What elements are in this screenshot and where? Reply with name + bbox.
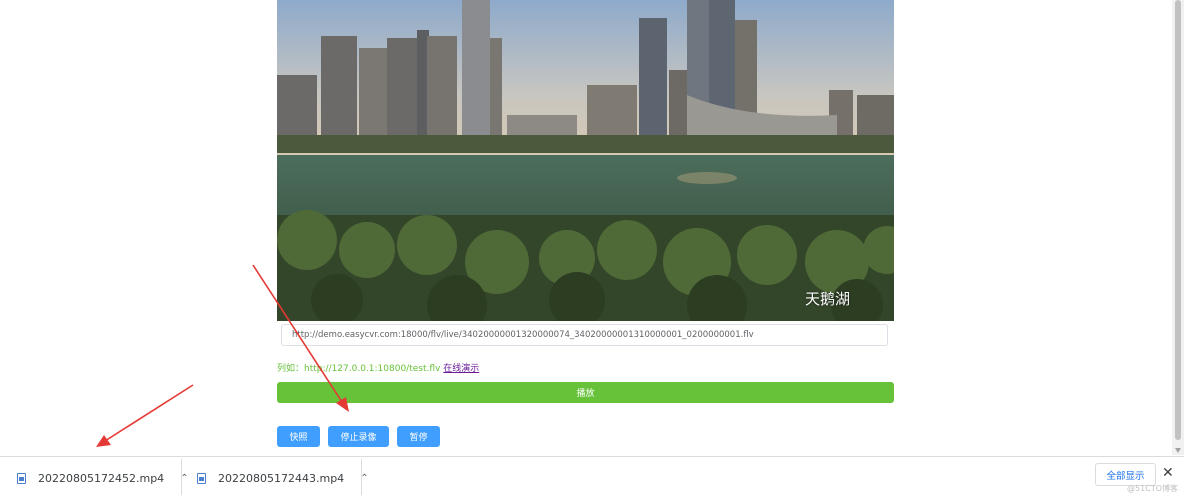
stop-record-button[interactable]: 停止录像 <box>328 426 389 447</box>
video-watermark: 天鹅湖 <box>804 290 850 308</box>
video-player[interactable]: 天鹅湖 <box>277 0 894 321</box>
annotation-arrow-line <box>104 384 194 442</box>
download-item[interactable]: 20220805172443.mp4 ⌃ <box>197 457 369 499</box>
online-demo-link[interactable]: 在线演示 <box>443 364 479 374</box>
example-hint-text: 列如：http://127.0.0.1:10800/test.flv <box>277 364 441 374</box>
download-filename: 20220805172443.mp4 <box>218 471 345 485</box>
scrollbar-thumb[interactable] <box>1175 0 1181 440</box>
pause-button[interactable]: 暂停 <box>397 426 440 447</box>
file-icon <box>197 472 206 484</box>
download-separator <box>361 459 362 495</box>
play-button[interactable]: 播放 <box>277 382 894 403</box>
stream-url-input[interactable] <box>281 324 888 346</box>
download-item[interactable]: 20220805172452.mp4 ⌃ <box>17 457 189 499</box>
example-hint: 列如：http://127.0.0.1:10800/test.flv 在线演示 <box>277 361 479 374</box>
close-icon[interactable]: ✕ <box>1162 466 1174 480</box>
video-frame <box>277 0 894 321</box>
scroll-down-icon[interactable] <box>1175 448 1181 453</box>
download-filename: 20220805172452.mp4 <box>38 471 165 485</box>
site-watermark: @51CTO博客 <box>1127 484 1178 493</box>
annotation-arrowhead <box>96 435 111 447</box>
download-separator <box>181 459 182 495</box>
file-icon <box>17 472 26 484</box>
download-bar: 20220805172452.mp4 ⌃ 20220805172443.mp4 … <box>0 456 1184 499</box>
snapshot-button[interactable]: 快照 <box>277 426 320 447</box>
page-scrollbar[interactable] <box>1172 0 1184 455</box>
